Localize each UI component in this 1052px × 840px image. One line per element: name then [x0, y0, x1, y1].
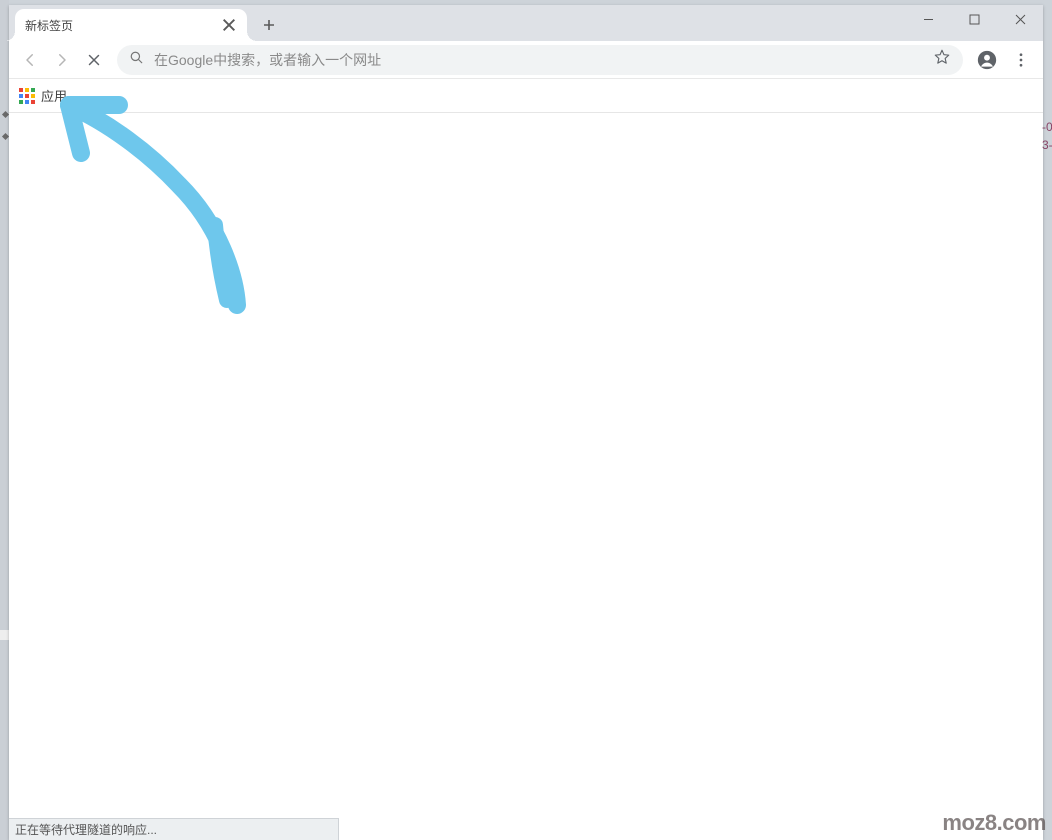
plus-icon	[262, 18, 276, 32]
close-icon	[221, 17, 237, 33]
pin-icon	[2, 133, 9, 140]
close-icon	[85, 51, 103, 69]
cutoff-text: -0	[1042, 120, 1052, 138]
minimize-icon	[923, 14, 934, 25]
page-content	[9, 113, 1043, 840]
tab-title: 新标签页	[25, 17, 221, 34]
address-input[interactable]	[154, 52, 923, 68]
search-icon	[129, 50, 144, 70]
cutoff-text: 3-	[1042, 138, 1052, 156]
apps-grid-icon	[19, 88, 35, 104]
stop-reload-button[interactable]	[79, 45, 109, 75]
titlebar[interactable]: 新标签页	[9, 5, 1043, 41]
window-controls	[905, 5, 1043, 33]
new-tab-button[interactable]	[255, 11, 283, 39]
tab-close-button[interactable]	[221, 17, 237, 33]
browser-window: 新标签页	[9, 5, 1043, 840]
pin-icon	[2, 111, 9, 118]
profile-button[interactable]	[971, 44, 1003, 76]
right-cutoff-strip: -0 3-	[1042, 120, 1052, 160]
maximize-button[interactable]	[951, 5, 997, 33]
forward-button[interactable]	[47, 45, 77, 75]
toolbar	[9, 41, 1043, 79]
back-button[interactable]	[15, 45, 45, 75]
bookmarks-bar: 应用	[9, 79, 1043, 113]
minimize-button[interactable]	[905, 5, 951, 33]
user-icon	[976, 49, 998, 71]
maximize-icon	[969, 14, 980, 25]
star-icon	[933, 48, 951, 66]
watermark: moz8.com	[942, 810, 1046, 836]
page-strip	[0, 630, 9, 640]
apps-label: 应用	[41, 86, 67, 105]
bookmark-star-button[interactable]	[933, 48, 951, 71]
status-bar: 正在等待代理隧道的响应...	[9, 818, 339, 840]
arrow-left-icon	[21, 51, 39, 69]
menu-button[interactable]	[1005, 44, 1037, 76]
close-icon	[1015, 14, 1026, 25]
status-text: 正在等待代理隧道的响应...	[15, 821, 157, 838]
close-window-button[interactable]	[997, 5, 1043, 33]
tab-active[interactable]: 新标签页	[15, 9, 247, 41]
left-desktop-strip	[0, 0, 9, 840]
kebab-icon	[1012, 51, 1030, 69]
arrow-right-icon	[53, 51, 71, 69]
omnibox[interactable]	[117, 45, 963, 75]
apps-shortcut[interactable]: 应用	[19, 86, 67, 105]
